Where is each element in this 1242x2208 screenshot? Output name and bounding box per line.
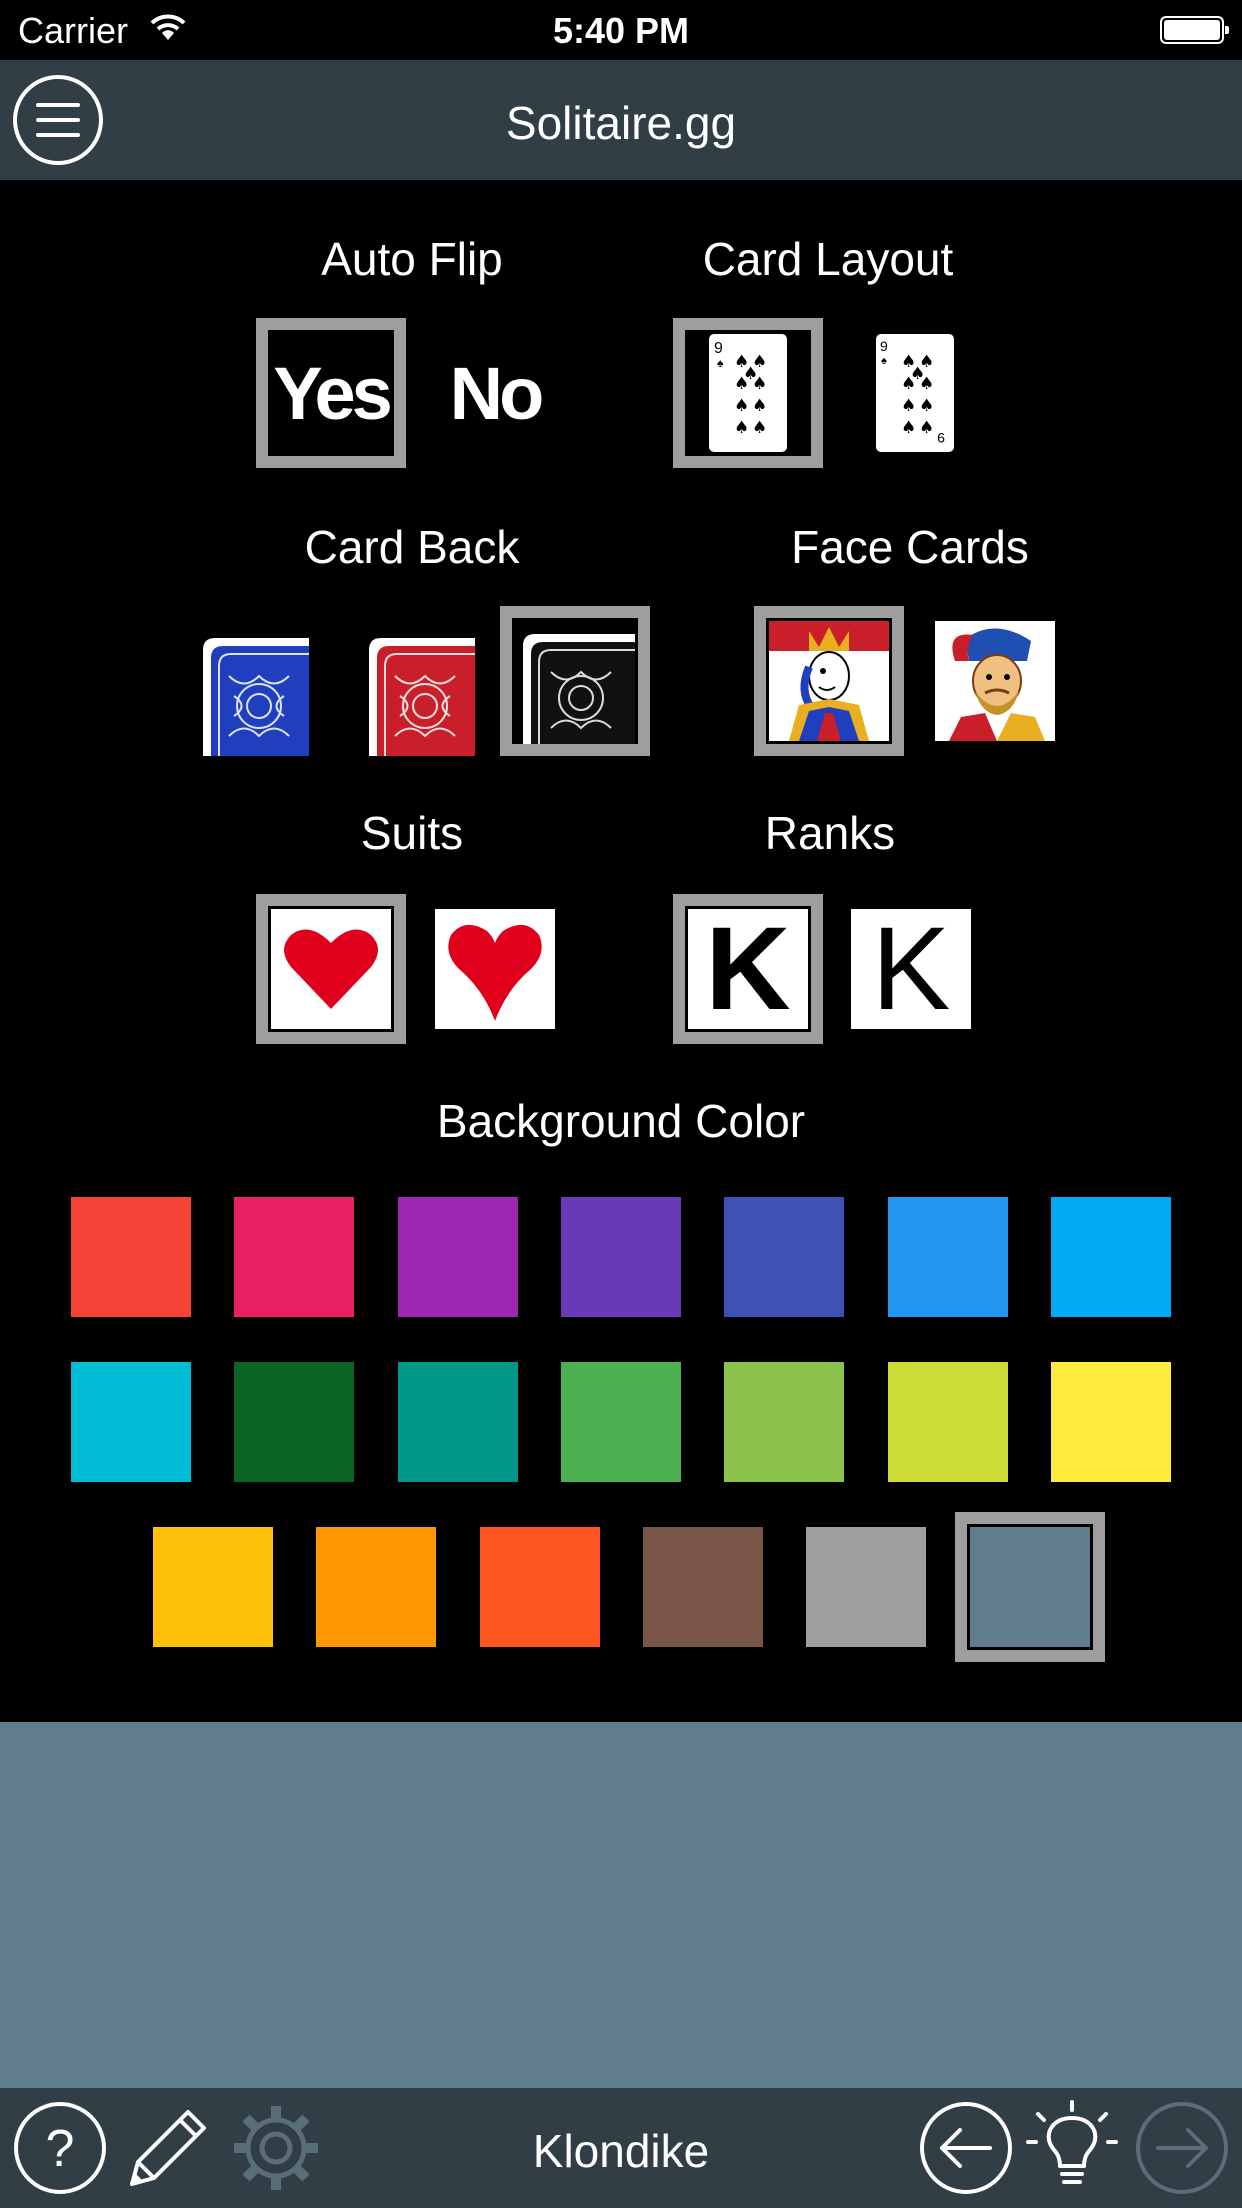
color-swatch[interactable] [724, 1197, 844, 1317]
color-swatch[interactable] [561, 1362, 681, 1482]
color-swatch[interactable] [234, 1197, 354, 1317]
svg-text:♠: ♠ [919, 396, 934, 416]
ranks-modern-option[interactable]: K [836, 894, 986, 1044]
color-swatch[interactable] [806, 1527, 926, 1647]
color-swatch[interactable] [1051, 1362, 1171, 1482]
auto-flip-yes-text: Yes [273, 351, 393, 435]
hint-icon[interactable] [1024, 2100, 1120, 2196]
rank-k-bold: K [705, 903, 791, 1035]
heart-icon [435, 909, 555, 1029]
nav-bar: Solitaire.gg [0, 60, 1242, 180]
ranks-label: Ranks [764, 807, 896, 859]
svg-text:♠: ♠ [901, 396, 916, 416]
status-bar: Carrier 5:40 PM [0, 0, 1242, 60]
color-swatch[interactable] [398, 1362, 518, 1482]
card-back-black-icon [523, 634, 635, 744]
svg-text:♠: ♠ [734, 418, 749, 438]
card-rank: 9 [880, 338, 888, 354]
background-color-label: Background Color [436, 1095, 806, 1147]
card-rank: 9 [714, 340, 723, 357]
color-swatch[interactable] [724, 1362, 844, 1482]
suits-label: Suits [360, 807, 464, 859]
face-cards-classic-option[interactable] [754, 606, 904, 756]
bottom-toolbar: ? Klondike [0, 2088, 1242, 2208]
card-back-blue-option[interactable] [174, 606, 324, 756]
svg-text:♠: ♠ [919, 418, 934, 438]
color-swatch[interactable] [970, 1527, 1090, 1647]
auto-flip-no-option[interactable]: No [420, 318, 570, 468]
face-cards-modern-option[interactable] [920, 606, 1070, 756]
svg-text:♠: ♠ [743, 364, 758, 384]
color-swatch[interactable] [643, 1527, 763, 1647]
face-cards-label: Face Cards [791, 521, 1029, 573]
color-swatch[interactable] [888, 1362, 1008, 1482]
card-layout-option-1[interactable]: 9 ♠ ♠ ♠ ♠ ♠ ♠ ♠ ♠ ♠ ♠ [673, 318, 823, 468]
undo-icon[interactable] [918, 2100, 1014, 2196]
color-swatch[interactable] [561, 1197, 681, 1317]
suits-modern-option[interactable] [420, 894, 570, 1044]
auto-flip-yes-option[interactable]: Yes [256, 318, 406, 468]
color-swatch[interactable] [234, 1362, 354, 1482]
svg-text:♠: ♠ [752, 396, 767, 416]
svg-text:♠: ♠ [734, 396, 749, 416]
card-layout-label: Card Layout [702, 233, 954, 285]
card-rank: 9 [937, 430, 945, 446]
heart-icon [271, 909, 391, 1029]
svg-text:♠: ♠ [910, 364, 925, 384]
color-swatch[interactable] [480, 1527, 600, 1647]
spade-card-icon: 9 ♠ ♠ ♠ ♠ ♠♠ ♠ ♠ ♠ ♠ [709, 334, 787, 452]
color-swatch[interactable] [316, 1527, 436, 1647]
color-swatch[interactable] [398, 1197, 518, 1317]
color-swatch[interactable] [153, 1527, 273, 1647]
rank-k-regular: K [871, 903, 951, 1035]
battery-icon [1160, 16, 1229, 44]
color-swatch[interactable] [71, 1362, 191, 1482]
color-swatch[interactable] [888, 1197, 1008, 1317]
card-back-black-option[interactable] [500, 606, 650, 756]
card-back-red-option[interactable] [340, 606, 490, 756]
svg-text:♠: ♠ [901, 418, 916, 438]
auto-flip-no-text: No [449, 351, 545, 435]
suits-classic-option[interactable] [256, 894, 406, 1044]
jack-face-icon [769, 621, 889, 741]
card-back-label: Card Back [304, 521, 520, 573]
jack-face-icon [935, 621, 1055, 741]
color-swatch[interactable] [71, 1197, 191, 1317]
page-title: Solitaire.gg [505, 97, 737, 149]
svg-text:♠: ♠ [752, 418, 767, 438]
ranks-classic-option[interactable]: K [673, 894, 823, 1044]
color-swatch[interactable] [1051, 1197, 1171, 1317]
auto-flip-label: Auto Flip [321, 233, 503, 285]
svg-text:♠: ♠ [717, 356, 724, 370]
spade-card-icon: 9 ♠ ♠ ♠ ♠ ♠♠ ♠ ♠ ♠ ♠ 9 [876, 334, 954, 452]
redo-icon[interactable] [1134, 2100, 1230, 2196]
card-layout-option-2[interactable]: 9 ♠ ♠ ♠ ♠ ♠ ♠ ♠ ♠ ♠ ♠ 9 [840, 318, 990, 468]
card-back-red-icon [369, 638, 475, 756]
clock: 5:40 PM [552, 10, 690, 51]
svg-text:♠: ♠ [881, 355, 887, 367]
background-preview [0, 1722, 1242, 2088]
card-back-blue-icon [203, 638, 309, 756]
